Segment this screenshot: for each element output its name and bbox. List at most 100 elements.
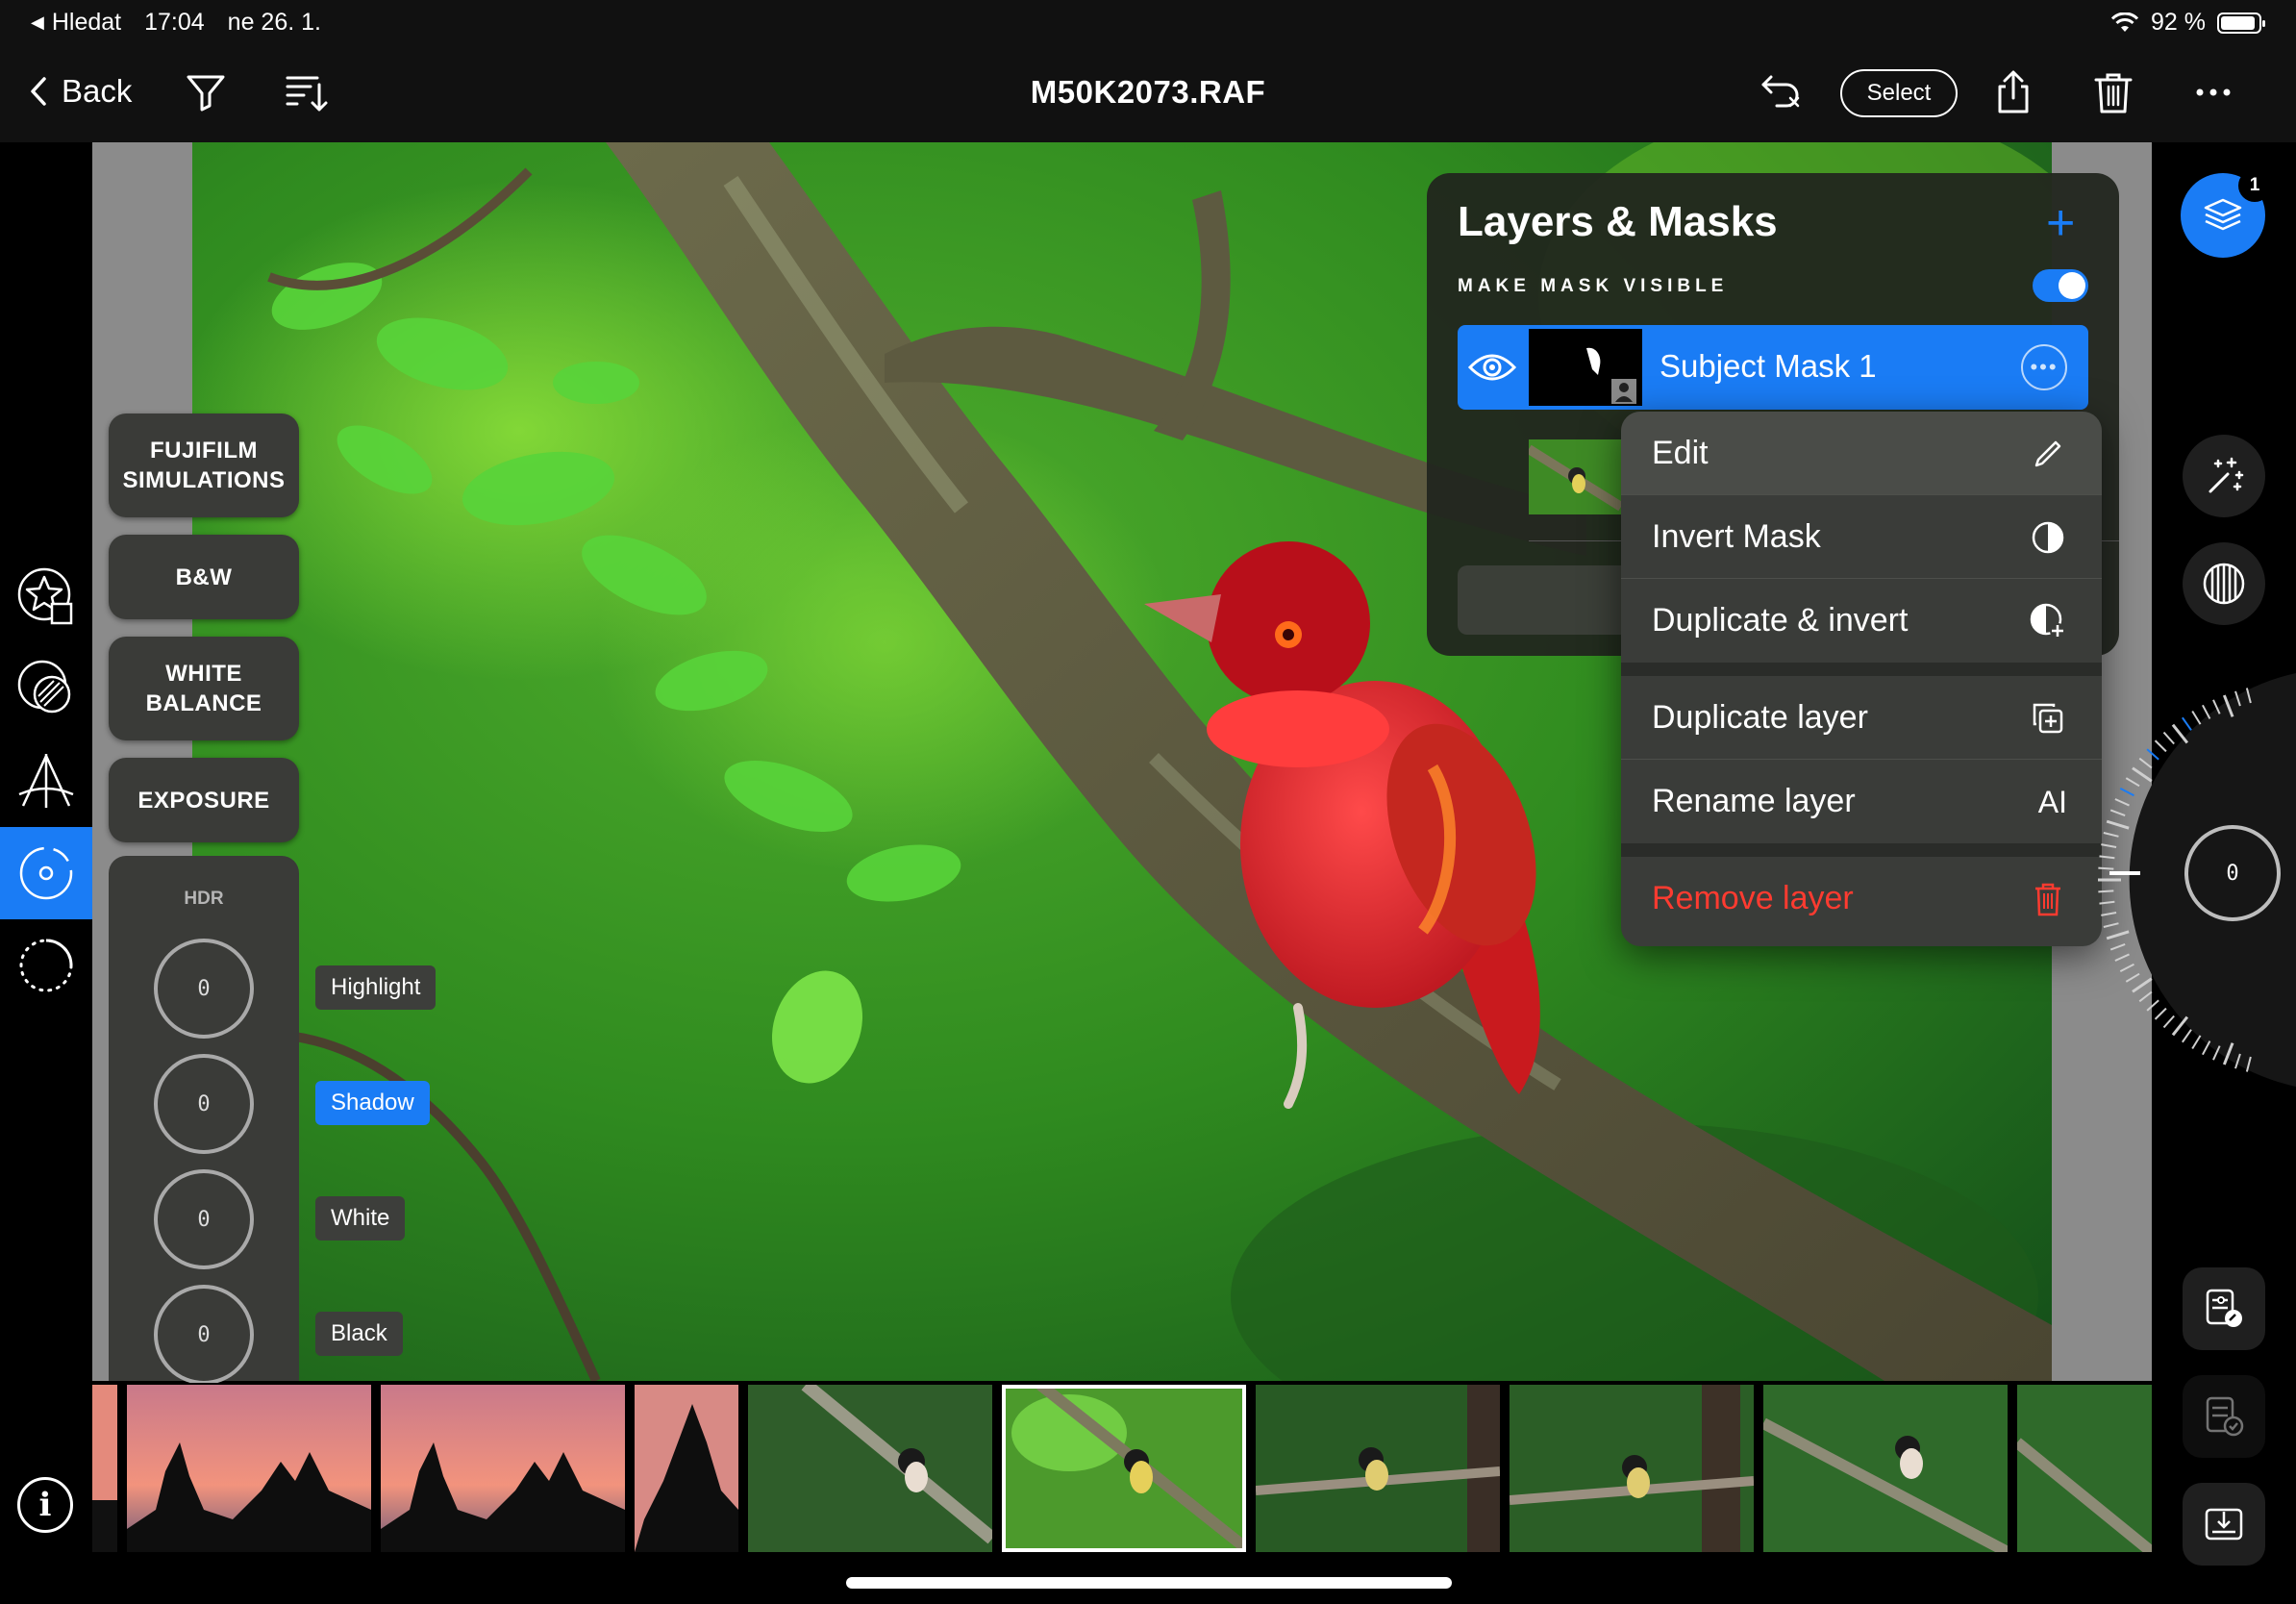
film-thumb[interactable] — [1510, 1385, 1754, 1552]
menu-invert-mask[interactable]: Invert Mask — [1621, 495, 2102, 579]
rail-masks-button[interactable] — [0, 642, 92, 735]
film-thumb[interactable] — [635, 1385, 738, 1552]
menu-edit[interactable]: Edit — [1621, 412, 2102, 495]
dial-tick — [2109, 942, 2126, 951]
compare-button[interactable] — [2183, 542, 2265, 625]
menu-rename-layer-label: Rename layer — [1652, 783, 1856, 819]
menu-separator — [1621, 663, 2102, 676]
dial-tick — [2101, 843, 2117, 848]
auto-enhance-button[interactable] — [2183, 435, 2265, 517]
menu-duplicate-layer-label: Duplicate layer — [1652, 698, 1868, 736]
film-thumb[interactable] — [1763, 1385, 2008, 1552]
dial-tick — [2182, 716, 2192, 731]
highlight-knob[interactable]: 0 — [154, 939, 254, 1039]
highlight-chip[interactable]: Highlight — [315, 965, 437, 1010]
striped-circle-icon — [2203, 563, 2245, 605]
wb-label-2: BALANCE — [145, 690, 262, 716]
film-thumb[interactable] — [748, 1385, 992, 1552]
sort-icon[interactable] — [283, 69, 329, 115]
exposure-button[interactable]: EXPOSURE — [109, 758, 299, 842]
layers-title: Layers & Masks — [1458, 198, 1778, 245]
rename-icon-letter: A — [2037, 784, 2059, 819]
fujifilm-simulations-button[interactable]: FUJIFILM SIMULATIONS — [109, 414, 299, 517]
chevron-left-icon — [31, 77, 46, 106]
settings-copy-icon — [2206, 1289, 2242, 1327]
dial-tick — [2119, 787, 2134, 797]
star-square-icon — [17, 567, 73, 625]
layers-stack-icon — [2204, 198, 2242, 231]
exposure-label: EXPOSURE — [137, 787, 270, 814]
make-mask-visible-label: MAKE MASK VISIBLE — [1458, 276, 1729, 296]
film-thumb[interactable] — [127, 1385, 371, 1552]
film-thumb-selected[interactable] — [1002, 1385, 1246, 1552]
film-thumb[interactable] — [2017, 1385, 2152, 1552]
dial-tick — [2103, 832, 2119, 838]
dial-tick — [2106, 819, 2130, 830]
menu-separator — [1621, 843, 2102, 857]
menu-duplicate-invert-label: Duplicate & invert — [1652, 602, 1909, 639]
more-icon[interactable] — [2190, 69, 2236, 115]
layer-more-button[interactable]: ••• — [2021, 344, 2067, 390]
white-knob[interactable]: 0 — [154, 1169, 254, 1269]
mask-visible-toggle[interactable] — [2033, 269, 2088, 302]
dial-tick — [2154, 1007, 2167, 1020]
dial-tick — [2132, 766, 2153, 783]
half-circle-icon — [2029, 518, 2067, 557]
ellipsis-icon: ••• — [2030, 355, 2059, 379]
film-thumb[interactable] — [92, 1385, 117, 1552]
wifi-icon — [2110, 12, 2139, 32]
film-thumb[interactable] — [1256, 1385, 1500, 1552]
status-date: ne 26. 1. — [227, 9, 321, 36]
status-time: 17:04 — [144, 9, 205, 36]
settings-check-icon — [2206, 1396, 2244, 1437]
shadow-knob[interactable]: 0 — [154, 1054, 254, 1154]
back-label: Back — [62, 73, 133, 109]
home-indicator[interactable] — [846, 1577, 1452, 1589]
paste-adjustments-button[interactable] — [2183, 1375, 2265, 1458]
back-to-app-label[interactable]: Hledat — [52, 9, 121, 37]
rail-presets-button[interactable] — [0, 550, 92, 642]
dial-tick — [2138, 757, 2153, 769]
dial-value: 0 — [2184, 825, 2281, 921]
half-circle-plus-icon — [2029, 602, 2067, 640]
white-balance-button[interactable]: WHITE BALANCE — [109, 637, 299, 740]
eye-icon[interactable] — [1467, 346, 1517, 388]
copy-adjustments-button[interactable] — [2183, 1267, 2265, 1350]
white-chip[interactable]: White — [315, 1196, 406, 1241]
share-icon[interactable] — [1990, 69, 2036, 115]
bw-button[interactable]: B&W — [109, 535, 299, 619]
dial-tick — [2114, 953, 2130, 962]
dial-tick — [2114, 798, 2130, 807]
dial-tick — [2162, 731, 2175, 745]
dial-tick — [2125, 972, 2140, 983]
dial-tick — [2103, 922, 2119, 928]
rail-effects-button[interactable] — [0, 919, 92, 1012]
select-button[interactable]: Select — [1840, 69, 1958, 117]
film-thumb[interactable] — [381, 1385, 625, 1552]
info-button[interactable]: i — [17, 1477, 73, 1533]
trash-red-icon — [2029, 880, 2067, 918]
menu-edit-label: Edit — [1652, 434, 1709, 471]
rail-tone-button[interactable] — [0, 827, 92, 919]
export-button[interactable] — [2183, 1483, 2265, 1566]
undo-icon[interactable] — [1758, 69, 1804, 115]
menu-duplicate-invert[interactable]: Duplicate & invert — [1621, 579, 2102, 663]
status-bar: ◀ Hledat 17:04 ne 26. 1. 92 % — [0, 0, 2296, 44]
add-layer-button[interactable]: + — [2046, 198, 2075, 248]
layer-row-subject-mask[interactable]: Subject Mask 1 ••• — [1458, 325, 2088, 410]
filmstrip — [92, 1383, 2152, 1554]
back-to-app-icon[interactable]: ◀ — [31, 13, 44, 33]
menu-rename-layer[interactable]: Rename layer AI — [1621, 760, 2102, 843]
base-layer-thumbnail[interactable] — [1529, 439, 1621, 514]
menu-duplicate-layer[interactable]: Duplicate layer — [1621, 676, 2102, 760]
back-button[interactable]: Back — [29, 73, 132, 110]
rail-geometry-button[interactable] — [0, 735, 92, 827]
black-chip[interactable]: Black — [315, 1312, 403, 1356]
menu-remove-layer-label: Remove layer — [1652, 880, 1854, 916]
black-knob[interactable]: 0 — [154, 1285, 254, 1385]
menu-remove-layer[interactable]: Remove layer — [1621, 857, 2102, 940]
filter-icon[interactable] — [183, 69, 229, 115]
shadow-chip[interactable]: Shadow — [315, 1081, 430, 1125]
trash-icon[interactable] — [2090, 69, 2136, 115]
dial-tick — [2146, 748, 2159, 761]
